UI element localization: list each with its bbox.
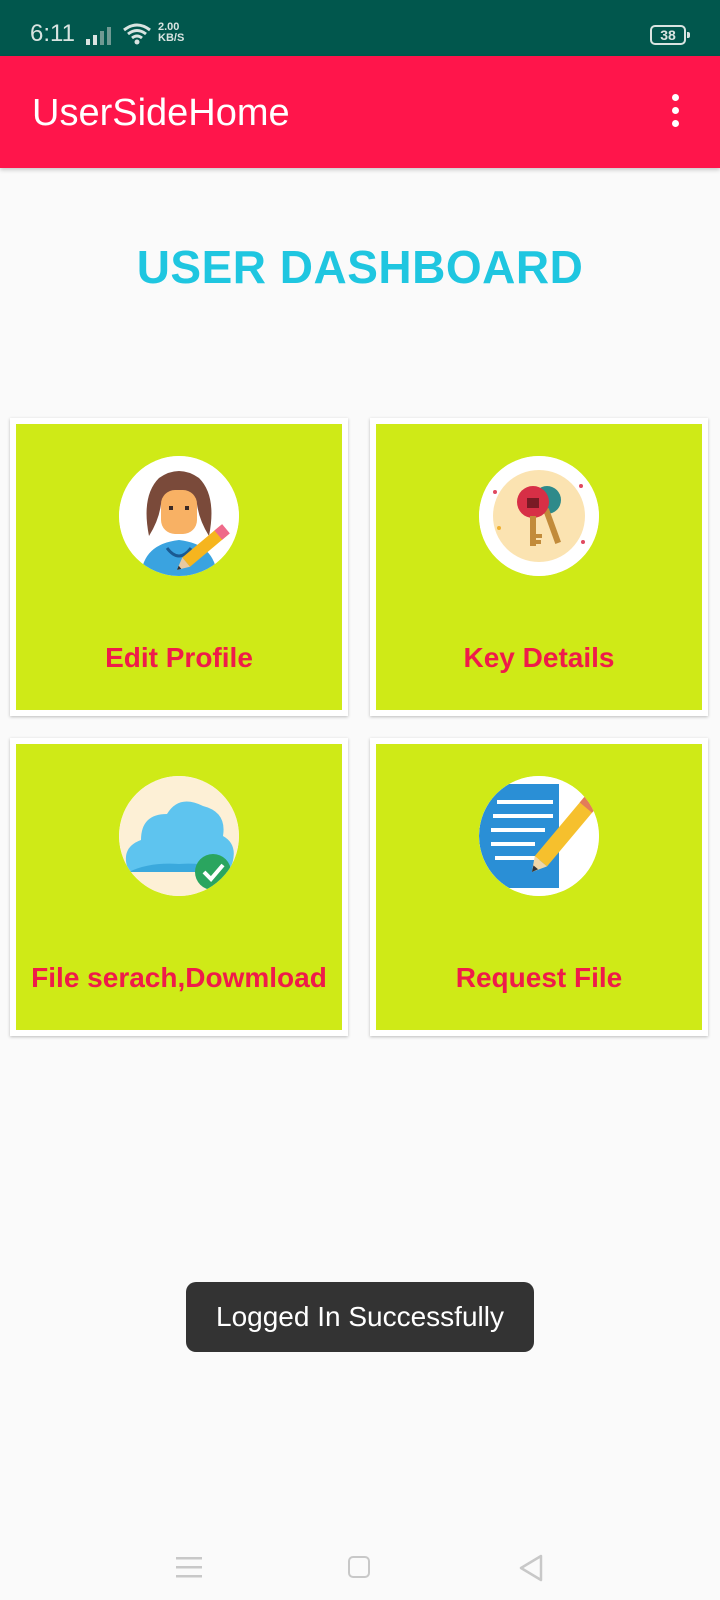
back-icon[interactable]: [518, 1554, 544, 1582]
app-title: UserSideHome: [32, 92, 290, 134]
system-nav-bar: [0, 1520, 720, 1600]
network-speed-unit: KB/S: [158, 32, 185, 44]
battery-icon: 38: [650, 25, 690, 45]
key-icon: [479, 456, 599, 576]
home-icon[interactable]: [348, 1556, 370, 1578]
menu-icon[interactable]: [176, 1556, 202, 1578]
cloud-check-icon: [119, 776, 239, 896]
signal-icon: [86, 27, 111, 45]
dashboard-title: USER DASHBOARD: [136, 241, 584, 293]
wifi-icon: [123, 23, 151, 45]
key-details-card[interactable]: Key Details: [370, 418, 708, 716]
app-bar: UserSideHome: [0, 56, 720, 168]
network-speed: 2.00 KB/S: [158, 22, 184, 44]
key-details-label: Key Details: [463, 642, 615, 673]
edit-profile-label: Edit Profile: [105, 642, 253, 673]
edit-profile-card[interactable]: Edit Profile: [10, 418, 348, 716]
status-time: 6:11: [30, 20, 75, 47]
edit-profile-icon: [119, 456, 239, 576]
file-search-download-label: File serach,Dowmload: [31, 962, 327, 993]
status-bar: 6:11 2.00 KB/S 38: [0, 0, 720, 56]
file-search-download-card[interactable]: File serach,Dowmload: [10, 738, 348, 1036]
request-file-card[interactable]: Request File: [370, 738, 708, 1036]
document-pencil-icon: [479, 776, 599, 896]
toast-message: Logged In Successfully: [186, 1282, 534, 1352]
battery-level: 38: [660, 27, 676, 43]
request-file-label: Request File: [455, 962, 623, 993]
more-vert-icon[interactable]: [660, 94, 690, 134]
